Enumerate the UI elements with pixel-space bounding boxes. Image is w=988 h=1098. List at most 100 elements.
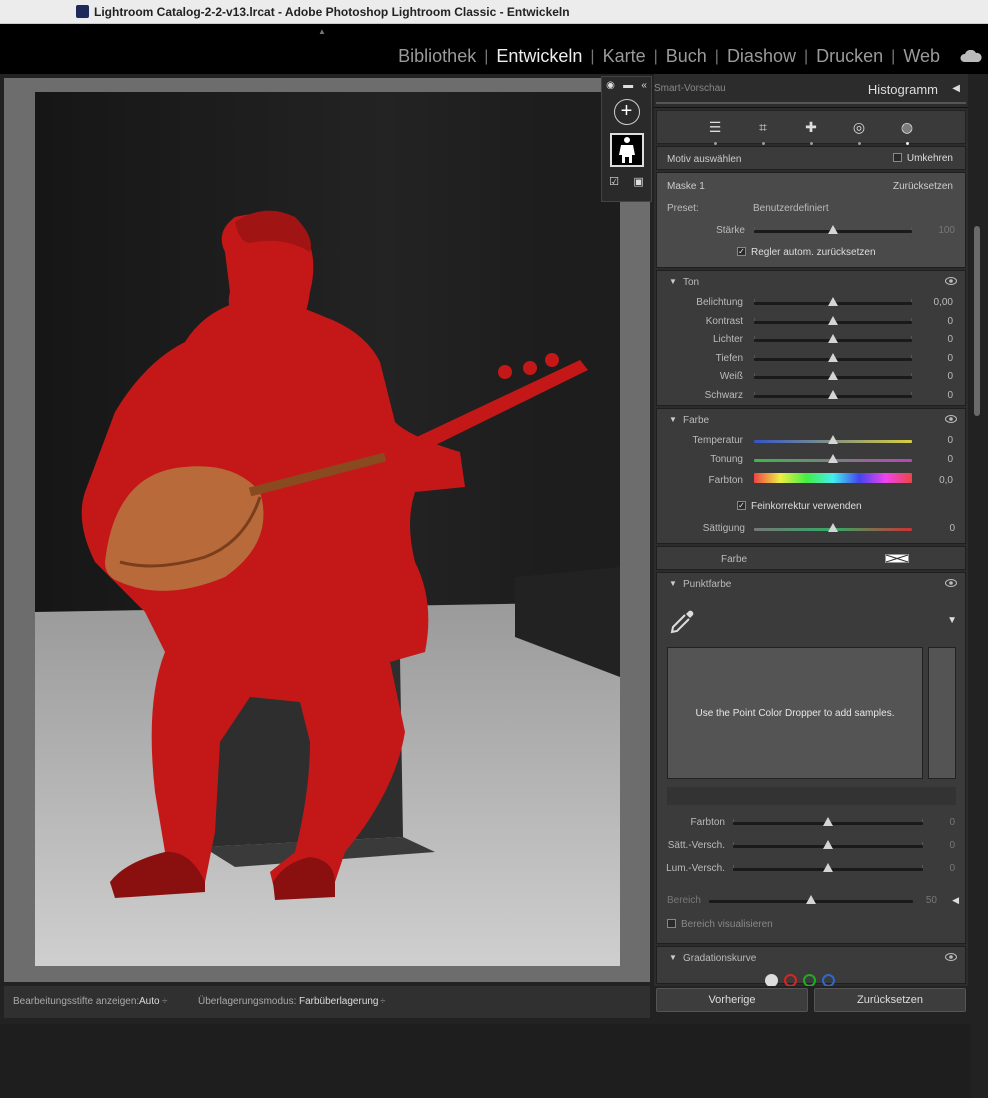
previous-button[interactable]: Vorherige: [656, 988, 808, 1012]
module-drucken[interactable]: Drucken: [808, 46, 891, 67]
slider-value: 0: [949, 863, 955, 874]
sample-color-bar: [667, 787, 956, 805]
visualize-range-checkbox[interactable]: Bereich visualisieren: [667, 918, 773, 930]
panel-scrollbar[interactable]: [971, 148, 988, 1098]
slider-knob[interactable]: [828, 297, 838, 306]
image-canvas[interactable]: [4, 78, 650, 982]
tool-crop[interactable]: ⌗: [752, 116, 774, 145]
slider-label: Kontrast: [705, 315, 743, 327]
triangle-down-icon[interactable]: ▼: [947, 615, 957, 626]
tool-edit[interactable]: ☰: [704, 116, 726, 145]
color-dropper-icon[interactable]: [667, 607, 697, 637]
gradation-header[interactable]: ▼ Gradationskurve: [657, 947, 965, 969]
invert-label: Umkehren: [906, 153, 953, 164]
scrollbar-thumb[interactable]: [974, 226, 980, 416]
visualize-range-label: Bereich visualisieren: [681, 919, 773, 930]
add-mask-button[interactable]: +: [613, 99, 640, 125]
eye-icon[interactable]: [945, 578, 957, 588]
color-swatch-icon[interactable]: [885, 554, 909, 563]
slider-row: Schwarz 0: [657, 386, 965, 405]
farbe-header[interactable]: ▼ Farbe: [657, 409, 965, 431]
histogram-header[interactable]: Smart-Vorschau Histogramm ◀: [654, 74, 968, 108]
lightroom-app-icon: [76, 5, 89, 18]
punktfarbe-header[interactable]: ▼ Punktfarbe: [657, 573, 965, 595]
triangle-left-icon[interactable]: ◀: [952, 83, 960, 94]
mask-circle-icon: ◍: [900, 119, 914, 135]
slider-knob[interactable]: [823, 840, 833, 849]
hue-slider[interactable]: [754, 473, 912, 484]
collapse-top-panel-icon[interactable]: ▲: [318, 27, 326, 36]
amount-slider-row: Stärke 100: [657, 221, 967, 240]
window-title: Lightroom Catalog-2-2-v13.lrcat - Adobe …: [94, 5, 570, 19]
color-swatch-row: Farbe: [656, 546, 966, 570]
edit-pins-select[interactable]: Auto: [139, 996, 160, 1007]
slider-knob[interactable]: [828, 523, 838, 532]
collapse-icon[interactable]: «: [641, 80, 647, 91]
module-karte[interactable]: Karte: [595, 46, 654, 67]
mask-reset-button[interactable]: Zurücksetzen: [893, 181, 953, 192]
slider-knob[interactable]: [806, 895, 816, 904]
eye-icon[interactable]: ◉: [606, 80, 615, 91]
mask-visible-checkbox[interactable]: ☑: [609, 175, 619, 188]
module-diashow[interactable]: Diashow: [719, 46, 804, 67]
crop-icon: ⌗: [759, 119, 767, 135]
eye-icon: ◎: [852, 119, 866, 135]
chevron-updown-icon: ÷: [162, 996, 168, 1007]
histogram-strip: [656, 102, 966, 104]
reset-button[interactable]: Zurücksetzen: [814, 988, 966, 1012]
saturation-slider-row: Sättigung 0: [657, 519, 967, 538]
mask-thumbnail[interactable]: [609, 133, 644, 167]
photo-preview[interactable]: [35, 92, 620, 966]
tool-masking[interactable]: ◍: [896, 116, 918, 145]
slider-knob[interactable]: [828, 453, 838, 463]
slider-knob[interactable]: [828, 334, 838, 344]
samples-area[interactable]: Use the Point Color Dropper to add sampl…: [667, 647, 923, 779]
overlay-mode-select[interactable]: Farbüberlagerung: [299, 996, 379, 1007]
eye-icon[interactable]: [945, 952, 957, 962]
slider-knob[interactable]: [823, 817, 833, 826]
slider-knob[interactable]: [828, 371, 838, 381]
minimize-icon[interactable]: ▬: [623, 80, 633, 91]
fine-adjust-checkbox[interactable]: ✓ Feinkorrektur verwenden: [737, 500, 862, 512]
smart-preview-label: Smart-Vorschau: [654, 83, 726, 94]
farbe-section: ▼ Farbe Temperatur 0 Tonung 0 Farbton 0,…: [656, 408, 966, 544]
auto-reset-checkbox[interactable]: ✓ Regler autom. zurücksetzen: [737, 246, 876, 258]
invert-checkbox[interactable]: Umkehren: [892, 152, 953, 164]
overlay-mode-label: Überlagerungsmodus:: [198, 996, 297, 1007]
slider-knob[interactable]: [828, 389, 838, 399]
masks-panel-strip: ◉ ▬ « + ☑ ▣: [601, 76, 652, 202]
histogram-title: Histogramm: [867, 82, 938, 97]
overlay-color-icon[interactable]: ▣: [633, 175, 643, 188]
module-web[interactable]: Web: [895, 46, 948, 67]
tool-heal[interactable]: ✚: [800, 116, 822, 145]
saturation-label: Sättigung: [702, 523, 745, 534]
slider-knob[interactable]: [828, 435, 838, 444]
preset-select[interactable]: Benutzerdefiniert: [753, 203, 829, 214]
slider-label: Lichter: [712, 334, 743, 346]
slider-row: Tiefen 0: [657, 349, 965, 368]
temperature-label: Temperatur: [692, 435, 743, 446]
range-slider-row: Bereich 50 ◀: [657, 891, 967, 910]
ton-header[interactable]: ▼ Ton: [657, 271, 965, 293]
slider-knob[interactable]: [823, 863, 833, 872]
amount-label: Stärke: [716, 225, 745, 236]
module-buch[interactable]: Buch: [658, 46, 715, 67]
slider-row: Lum.-Versch. 0: [657, 859, 967, 882]
cloud-sync-icon[interactable]: [960, 50, 982, 62]
slider-value: 0: [949, 840, 955, 851]
eye-icon[interactable]: [945, 414, 957, 424]
slider-knob[interactable]: [828, 315, 838, 325]
mask-header: Motiv auswählen Umkehren: [656, 146, 966, 170]
mask-silhouette-icon: [618, 137, 635, 163]
module-entwickeln[interactable]: Entwickeln: [488, 46, 590, 67]
slider-row: Kontrast 0: [657, 312, 965, 331]
slider-knob[interactable]: [828, 352, 838, 362]
tool-redeye[interactable]: ◎: [848, 116, 870, 145]
bandage-icon: ✚: [805, 119, 817, 135]
triangle-left-icon[interactable]: ◀: [952, 895, 959, 906]
sliders-icon: ☰: [708, 119, 722, 135]
module-bibliothek[interactable]: Bibliothek: [390, 46, 484, 67]
slider-knob[interactable]: [828, 225, 838, 234]
eye-icon[interactable]: [945, 276, 957, 286]
gradation-section: ▼ Gradationskurve: [656, 946, 966, 987]
